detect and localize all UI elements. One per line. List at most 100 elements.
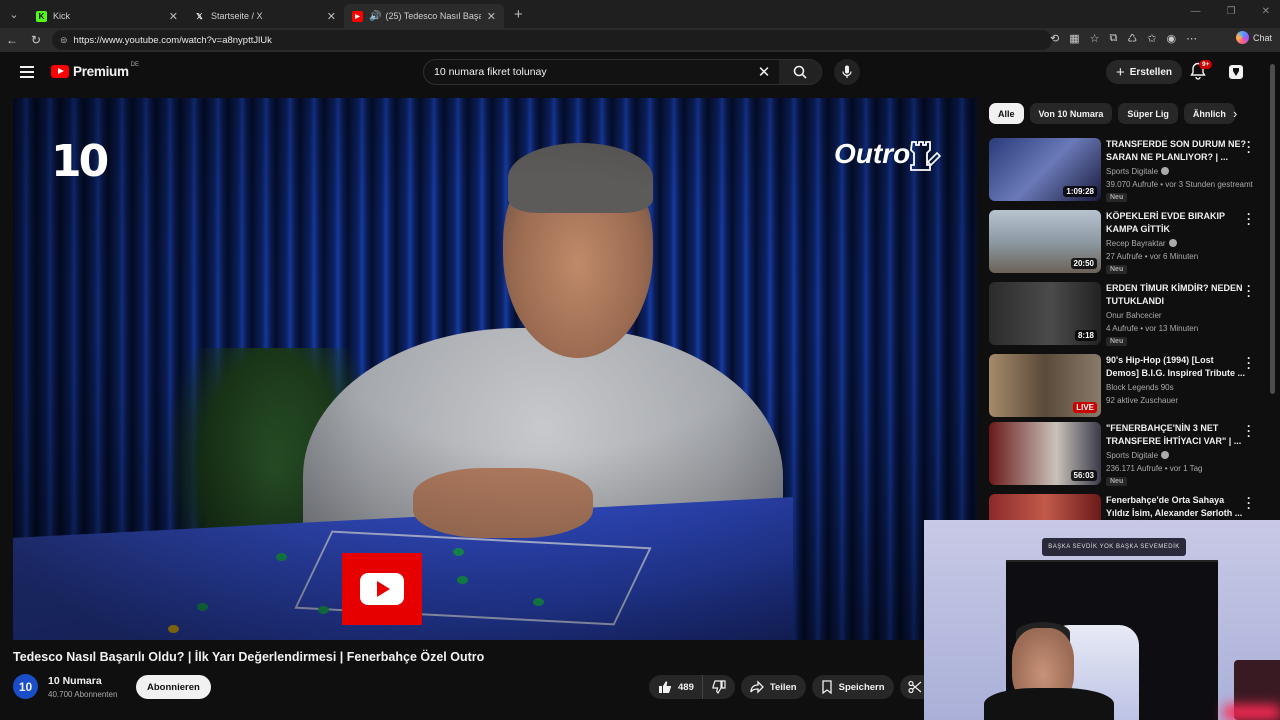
like-button[interactable]: 489 (649, 675, 703, 699)
video-title[interactable]: KÖPEKLERİ EVDE BIRAKIP KAMPA GİTTİK (1106, 210, 1246, 236)
back-icon[interactable]: ← (0, 33, 24, 47)
video-title[interactable]: 90's Hip-Hop (1994) [Lost Demos] B.I.G. … (1106, 354, 1246, 380)
channel-name[interactable]: Onur Bahcecier (1106, 311, 1162, 320)
channel-name[interactable]: Recep Bayraktar (1106, 239, 1177, 248)
recommendation-item[interactable]: 8:18 ERDEN TİMUR KİMDİR? NEDEN TUTUKLAND… (989, 280, 1267, 346)
close-tab-icon[interactable]: ✕ (169, 10, 178, 23)
youtube-favicon-icon: ▶ (352, 10, 363, 22)
video-meta: 27 Aufrufe • vor 6 Minuten (1106, 252, 1199, 261)
subscriber-count: 40.700 Abonnenten (48, 690, 118, 699)
create-label: Erstellen (1129, 66, 1173, 78)
voice-search-button[interactable] (834, 59, 860, 85)
notification-count-badge: 9+ (1199, 60, 1213, 69)
menu-hamburger-icon[interactable] (20, 66, 34, 81)
scrollbar-thumb[interactable] (1270, 64, 1275, 394)
search-bar: 10 numara fikret tolunay ✕ (423, 59, 822, 85)
clear-search-icon[interactable]: ✕ (749, 63, 779, 81)
favorites-icon[interactable]: ✩ (1147, 32, 1156, 45)
more-options-icon[interactable]: · · · (1247, 352, 1251, 374)
close-tab-icon[interactable]: ✕ (487, 10, 496, 23)
dislike-button[interactable] (702, 675, 735, 699)
close-window-icon[interactable]: ✕ (1262, 6, 1270, 17)
collections-icon[interactable]: ♺ (1127, 32, 1137, 45)
video-title[interactable]: TRANSFERDE SON DURUM NE? SARAN NE PLANLI… (1106, 138, 1246, 164)
new-badge: Neu (1106, 265, 1128, 274)
reload-icon[interactable]: ↻ (24, 33, 48, 47)
verified-check-icon (1168, 239, 1177, 247)
tab-list-chevron-icon[interactable]: ⌄ (0, 0, 28, 28)
youtube-premium-logo[interactable]: Premium DE (51, 62, 139, 79)
video-title[interactable]: "FENERBAHÇE'NİN 3 NET TRANSFERE İHTİYACI… (1106, 422, 1246, 448)
save-button[interactable]: Speichern (811, 675, 894, 699)
more-options-icon[interactable]: · · · (1247, 280, 1251, 302)
video-meta: 39.070 Aufrufe • vor 3 Stunden gestreamt (1106, 180, 1253, 189)
new-tab-icon[interactable]: + (514, 6, 523, 23)
chip-from-channel[interactable]: Von 10 Numara (1029, 103, 1113, 124)
chip-super-lig[interactable]: Süper Lig (1118, 103, 1178, 124)
search-button[interactable] (779, 60, 821, 84)
video-title[interactable]: ERDEN TİMUR KİMDİR? NEDEN TUTUKLANDI (1106, 282, 1246, 308)
url-text: https://www.youtube.com/watch?v=a8nypttJ… (73, 34, 272, 46)
video-title[interactable]: Fenerbahçe'de Orta Sahaya Yıldız İsim, A… (1106, 494, 1246, 520)
new-badge: Neu (1106, 337, 1128, 346)
translate-icon[interactable]: ⟲ (1050, 32, 1059, 45)
channel-label: Sports Digitale (1106, 167, 1159, 176)
close-tab-icon[interactable]: ✕ (327, 10, 336, 23)
site-info-icon[interactable]: ⊜ (60, 35, 68, 46)
recommendation-item[interactable]: 1:09:28 TRANSFERDE SON DURUM NE? SARAN N… (989, 136, 1267, 202)
chat-label: Chat (1252, 32, 1272, 43)
kick-icon: K (36, 10, 47, 22)
copilot-chat-button[interactable]: Chat (1235, 31, 1272, 44)
copilot-icon (1235, 31, 1249, 44)
more-options-icon[interactable]: · · · (1247, 208, 1251, 230)
more-options-icon[interactable]: · · · (1247, 492, 1251, 514)
recommendation-item[interactable]: 56:03 "FENERBAHÇE'NİN 3 NET TRANSFERE İH… (989, 420, 1267, 486)
video-thumbnail[interactable]: 20:50 (989, 210, 1101, 273)
account-avatar-icon[interactable] (1228, 64, 1244, 80)
channel-name[interactable]: Block Legends 90s (1106, 383, 1174, 392)
video-thumbnail[interactable]: LIVE (989, 354, 1101, 417)
window-controls: — ❐ ✕ (1191, 6, 1270, 17)
more-options-icon[interactable]: · · · (1247, 420, 1251, 442)
video-thumbnail[interactable]: 1:09:28 (989, 138, 1101, 201)
search-input[interactable]: 10 numara fikret tolunay (434, 66, 749, 78)
youtube-logo-overlay[interactable] (342, 553, 422, 625)
extensions-icon[interactable]: ⧉ (1110, 32, 1118, 45)
chip-all[interactable]: Alle (989, 103, 1024, 124)
video-thumbnail[interactable]: 56:03 (989, 422, 1101, 485)
more-menu-icon[interactable]: ⋯ (1186, 32, 1197, 45)
more-options-icon[interactable]: · · · (1247, 136, 1251, 158)
chip-similar[interactable]: Ähnlich (1183, 103, 1235, 124)
browser-toolbar-icons: ⟲ ▦ ☆ ⧉ ♺ ✩ ◉ ⋯ (1050, 32, 1197, 45)
channel-name[interactable]: Sports Digitale (1106, 451, 1170, 460)
maximize-icon[interactable]: ❐ (1227, 6, 1236, 17)
video-thumbnail[interactable]: 8:18 (989, 282, 1101, 345)
browser-tab-x[interactable]: 𝕏 Startseite / X ✕ (186, 4, 344, 28)
favorite-star-icon[interactable]: ☆ (1090, 32, 1100, 45)
like-dislike-group: 489 (649, 675, 735, 699)
recommendation-item[interactable]: LIVE 90's Hip-Hop (1994) [Lost Demos] B.… (989, 352, 1267, 418)
share-button[interactable]: Teilen (740, 675, 806, 699)
profile-avatar-icon[interactable]: ◉ (1166, 32, 1176, 45)
verified-check-icon (1161, 167, 1170, 175)
channel-avatar[interactable]: 10 (13, 674, 38, 699)
video-player[interactable]: 10 Outro (13, 98, 977, 640)
video-duration: 1:09:28 (1063, 186, 1097, 197)
channel-name[interactable]: Sports Digitale (1106, 167, 1170, 176)
url-field[interactable]: ⊜ https://www.youtube.com/watch?v=a8nypt… (52, 30, 1052, 50)
apps-icon[interactable]: ▦ (1069, 32, 1079, 45)
new-badge: Neu (1106, 193, 1128, 202)
video-duration: 8:18 (1074, 330, 1097, 341)
chevron-right-icon[interactable]: › (1233, 106, 1237, 121)
browser-tab-kick[interactable]: K Kick ✕ (28, 4, 186, 28)
channel-name[interactable]: 10 Numara (48, 675, 102, 687)
minimize-icon[interactable]: — (1191, 6, 1201, 17)
subscribe-button[interactable]: Abonnieren (136, 675, 211, 699)
share-label: Teilen (769, 681, 797, 693)
video-duration: 20:50 (1070, 258, 1097, 269)
youtube-header: Premium DE 10 numara fikret tolunay ✕ + … (0, 52, 1280, 92)
recommendation-item[interactable]: 20:50 KÖPEKLERİ EVDE BIRAKIP KAMPA GİTTİ… (989, 208, 1267, 274)
speaker-icon[interactable]: 🔊 (369, 11, 381, 22)
browser-tab-youtube[interactable]: ▶ 🔊 (25) Tedesco Nasıl Başarılı Oldu? | … (344, 4, 504, 28)
create-button[interactable]: + Erstellen (1106, 60, 1183, 84)
